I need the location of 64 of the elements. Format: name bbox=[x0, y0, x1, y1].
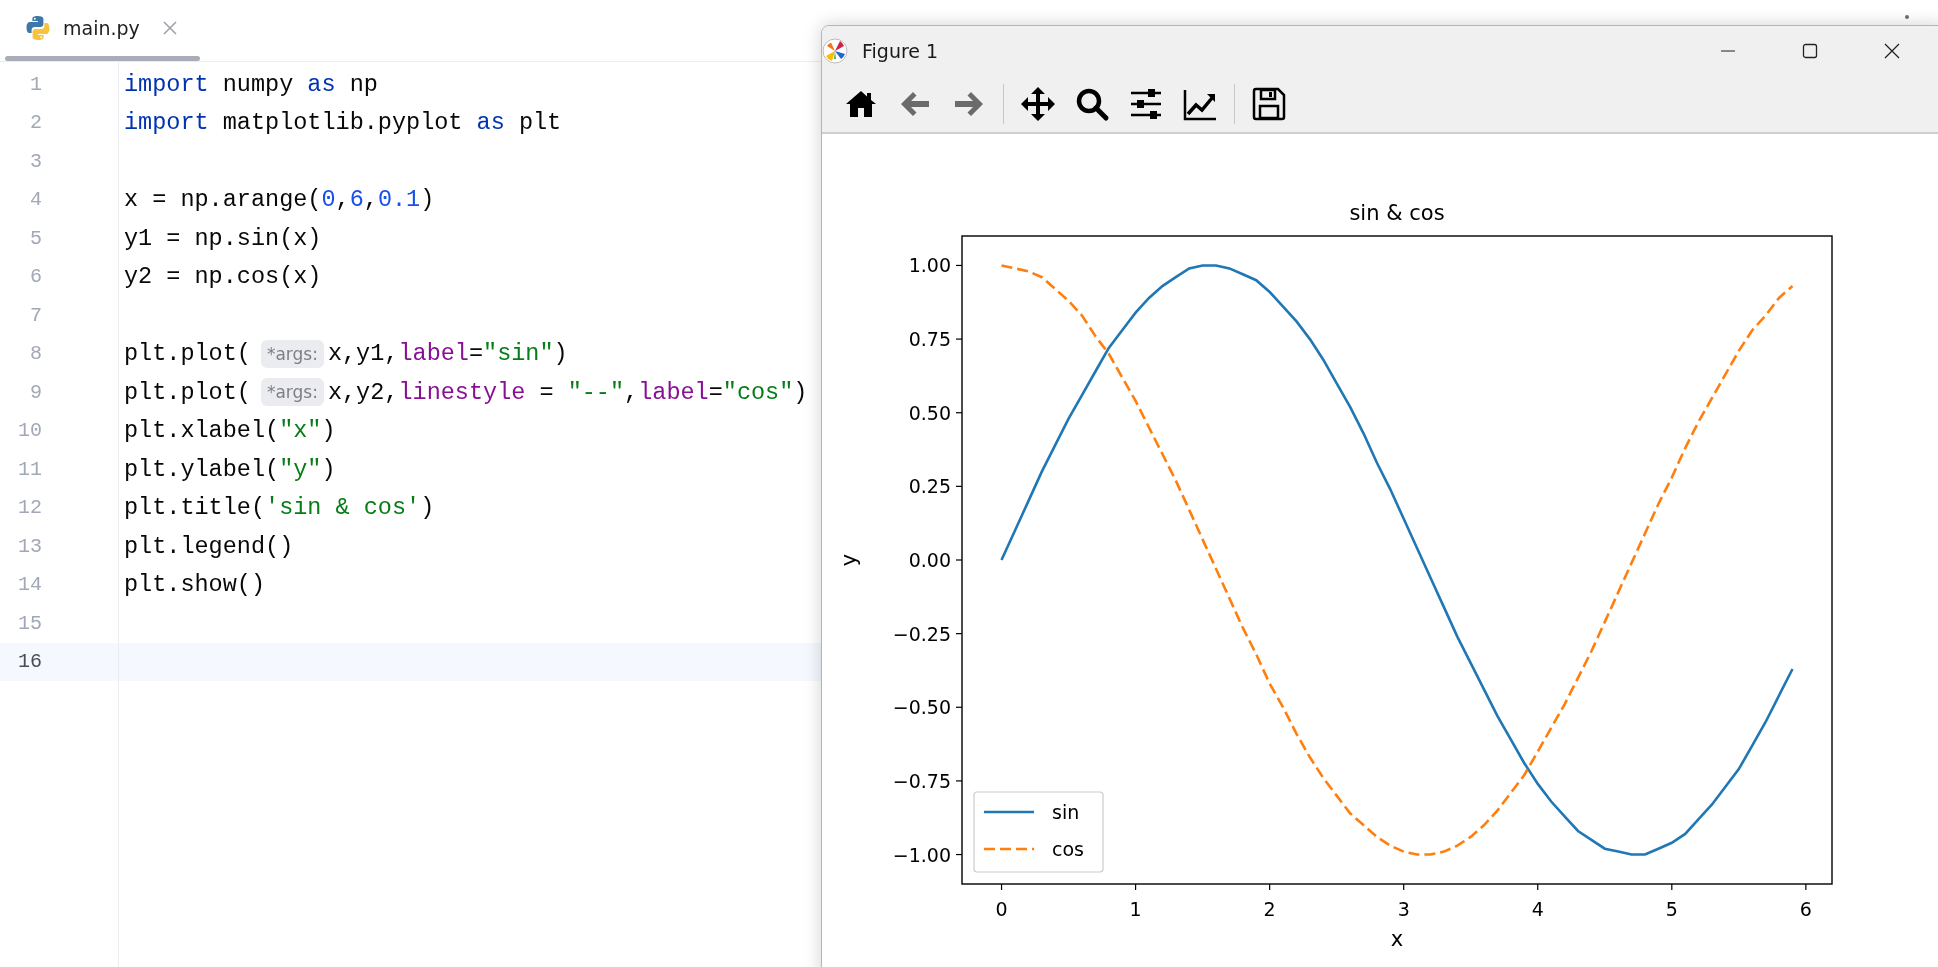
code-text: plt.legend() bbox=[124, 532, 294, 560]
code-text: import numpy as np bbox=[124, 70, 378, 98]
more-icon[interactable] bbox=[1904, 14, 1910, 20]
code-text: y1 = np.sin(x) bbox=[124, 224, 322, 252]
code-text: x,y1,label="sin") bbox=[327, 340, 568, 368]
code-text: x = np.arange(0,6,0.1) bbox=[124, 186, 435, 214]
chart-title: sin & cos bbox=[1349, 201, 1445, 225]
line-number: 4 bbox=[29, 187, 43, 214]
axis-label: y bbox=[837, 553, 861, 567]
tick-label: 0.25 bbox=[908, 475, 951, 498]
line-number: 6 bbox=[29, 264, 43, 291]
line-number: 3 bbox=[29, 148, 43, 175]
maximize-icon[interactable] bbox=[1802, 43, 1818, 59]
code-text: y2 = np.cos(x) bbox=[124, 263, 322, 291]
line-number: 13 bbox=[17, 533, 43, 560]
tick-label: 0.00 bbox=[908, 549, 951, 571]
tick-label: 3 bbox=[1397, 898, 1410, 920]
tick-label: 6 bbox=[1799, 898, 1812, 920]
tick-label: 1 bbox=[1129, 898, 1142, 920]
line-number: 8 bbox=[29, 341, 43, 368]
code-text: import matplotlib.pyplot as plt bbox=[124, 109, 562, 137]
tick-label: −0.75 bbox=[892, 769, 951, 792]
line-number: 9 bbox=[29, 379, 43, 406]
tick-label: 5 bbox=[1665, 898, 1678, 920]
line-number: 16 bbox=[0, 642, 118, 681]
tick-label: 4 bbox=[1531, 898, 1544, 920]
tick-label: 0.50 bbox=[908, 401, 951, 424]
line-number: 1 bbox=[29, 71, 43, 98]
legend-label: cos bbox=[1052, 838, 1084, 860]
tick-label: −0.25 bbox=[892, 622, 951, 645]
legend-line-sample bbox=[984, 847, 1034, 851]
code-text: plt.ylabel("y") bbox=[124, 455, 336, 483]
line-number: 12 bbox=[17, 495, 43, 522]
file-tab[interactable]: main.py bbox=[5, 0, 200, 56]
line-number: 5 bbox=[29, 225, 43, 252]
python-icon bbox=[25, 15, 51, 41]
code-text: x,y2,linestyle = "--",label="cos") bbox=[327, 378, 808, 406]
tick-label: 2 bbox=[1263, 898, 1276, 920]
code-text: plt.xlabel("x") bbox=[124, 417, 336, 445]
tick-label: −0.50 bbox=[892, 696, 951, 719]
code-text: plt.show() bbox=[124, 571, 266, 599]
line-number: 10 bbox=[17, 418, 43, 445]
tick-label: 1.00 bbox=[908, 254, 951, 277]
tick-label: −1.00 bbox=[892, 843, 951, 866]
legend-line-sample bbox=[984, 810, 1034, 814]
code-text: plt.title('sin & cos') bbox=[124, 494, 435, 522]
line-number: 2 bbox=[29, 110, 43, 137]
tick-label: 0.75 bbox=[908, 328, 951, 351]
line-number: 7 bbox=[29, 302, 43, 329]
parameter-hint: *args: bbox=[260, 339, 324, 368]
close-icon[interactable] bbox=[1884, 43, 1900, 59]
legend-label: sin bbox=[1052, 801, 1080, 823]
search-icon[interactable] bbox=[1074, 86, 1110, 122]
window-title: Figure 1 bbox=[862, 40, 940, 62]
code-text: plt.plot( bbox=[124, 378, 251, 406]
parameter-hint: *args: bbox=[260, 378, 324, 407]
line-number: 11 bbox=[17, 456, 43, 483]
code-text: plt.plot( bbox=[124, 340, 251, 368]
move-icon[interactable] bbox=[1020, 86, 1056, 122]
sliders-icon[interactable] bbox=[1128, 86, 1164, 122]
axis-label: x bbox=[1390, 927, 1404, 951]
tick-label: 0 bbox=[995, 898, 1008, 920]
line-number: 15 bbox=[17, 610, 43, 637]
line-number: 14 bbox=[17, 572, 43, 599]
